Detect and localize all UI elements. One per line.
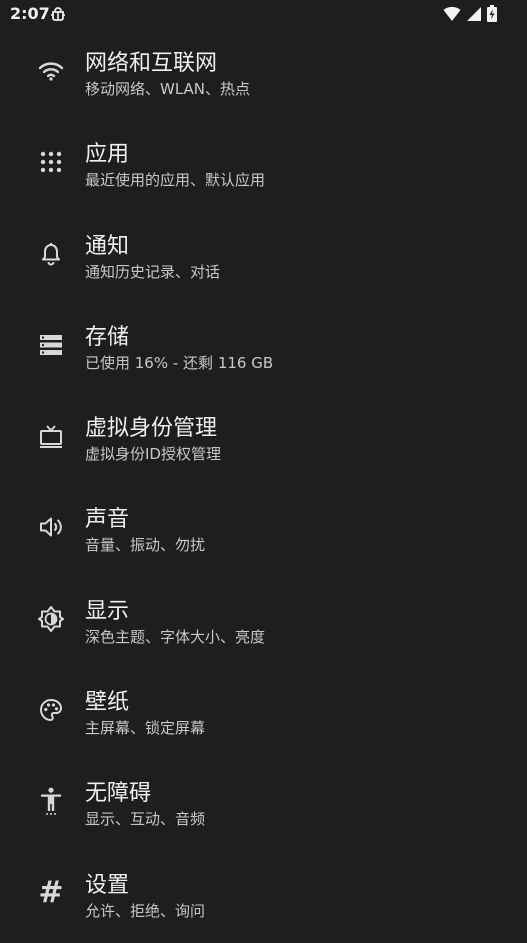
settings-item-subtitle: 虚拟身份ID授权管理 bbox=[85, 445, 221, 464]
accessibility-icon bbox=[38, 787, 64, 816]
status-time: 2:07 bbox=[10, 4, 50, 23]
settings-item-wallpaper[interactable]: 壁纸 主屏幕、锁定屏幕 bbox=[0, 669, 527, 760]
settings-item-sound[interactable]: 声音 音量、振动、勿扰 bbox=[0, 486, 527, 577]
settings-item-subtitle: 移动网络、WLAN、热点 bbox=[85, 80, 251, 98]
settings-item-text: 声音 音量、振动、勿扰 bbox=[85, 506, 205, 555]
settings-item-subtitle: 通知历史记录、对话 bbox=[85, 262, 221, 281]
settings-item-text: 存储 已使用 16% - 还剩 116 GB bbox=[85, 324, 273, 373]
bug-icon bbox=[50, 6, 66, 22]
settings-item-title: 虚拟身份管理 bbox=[85, 416, 218, 442]
settings-item-text: 虚拟身份管理 虚拟身份ID授权管理 bbox=[85, 415, 221, 464]
settings-item-subtitle: 音量、振动、勿扰 bbox=[85, 536, 206, 555]
settings-item-text: 通知 通知历史记录、对话 bbox=[85, 233, 220, 282]
settings-item-permissions[interactable]: # 设置 允许、拒绝、询问 bbox=[0, 852, 527, 943]
settings-item-subtitle: 允许、拒绝、询问 bbox=[85, 901, 206, 920]
volume-icon bbox=[38, 514, 64, 540]
settings-item-text: 壁纸 主屏幕、锁定屏幕 bbox=[85, 689, 205, 738]
settings-item-subtitle: 主屏幕、锁定屏幕 bbox=[85, 719, 206, 738]
settings-item-title: 无障碍 bbox=[85, 781, 152, 807]
settings-item-subtitle: 已使用 16% - 还剩 116 GB bbox=[85, 353, 274, 372]
settings-item-title: 网络和互联网 bbox=[85, 51, 218, 76]
settings-list: 网络和互联网 移动网络、WLAN、热点 应用 最近使用的应用、默认应用 通知 通… bbox=[0, 30, 527, 943]
status-icons bbox=[443, 5, 497, 26]
bell-icon bbox=[38, 241, 64, 267]
settings-item-subtitle: 显示、互动、音频 bbox=[85, 810, 206, 829]
palette-icon bbox=[38, 697, 64, 723]
status-bar: 2:07 bbox=[0, 0, 527, 30]
settings-item-display[interactable]: 显示 深色主题、字体大小、亮度 bbox=[0, 578, 527, 669]
settings-item-title: 设置 bbox=[85, 872, 130, 898]
settings-item-title: 存储 bbox=[85, 324, 130, 350]
settings-item-title: 通知 bbox=[85, 233, 130, 259]
settings-item-text: 无障碍 显示、互动、音频 bbox=[85, 780, 205, 829]
settings-item-text: 网络和互联网 移动网络、WLAN、热点 bbox=[85, 50, 250, 99]
settings-item-text: 显示 深色主题、字体大小、亮度 bbox=[85, 598, 265, 647]
settings-item-accessibility[interactable]: 无障碍 显示、互动、音频 bbox=[0, 760, 527, 851]
settings-item-text: 设置 允许、拒绝、询问 bbox=[85, 872, 205, 921]
settings-item-apps[interactable]: 应用 最近使用的应用、默认应用 bbox=[0, 121, 527, 212]
settings-item-title: 显示 bbox=[85, 598, 130, 624]
storage-icon bbox=[38, 332, 64, 358]
settings-item-virtual-identity[interactable]: 虚拟身份管理 虚拟身份ID授权管理 bbox=[0, 395, 527, 486]
settings-item-title: 应用 bbox=[85, 142, 130, 168]
brightness-icon bbox=[38, 605, 64, 632]
hash-icon: # bbox=[38, 874, 64, 910]
settings-item-network[interactable]: 网络和互联网 移动网络、WLAN、热点 bbox=[0, 30, 527, 121]
settings-item-title: 壁纸 bbox=[85, 690, 130, 716]
wifi-icon bbox=[443, 6, 461, 26]
settings-item-notifications[interactable]: 通知 通知历史记录、对话 bbox=[0, 213, 527, 304]
settings-item-storage[interactable]: 存储 已使用 16% - 还剩 116 GB bbox=[0, 304, 527, 395]
signal-icon bbox=[467, 6, 481, 25]
settings-item-text: 应用 最近使用的应用、默认应用 bbox=[85, 141, 265, 190]
settings-item-subtitle: 最近使用的应用、默认应用 bbox=[85, 171, 266, 190]
settings-item-title: 声音 bbox=[85, 507, 130, 533]
tv-icon bbox=[38, 423, 64, 449]
apps-grid-icon bbox=[38, 149, 64, 175]
settings-item-subtitle: 深色主题、字体大小、亮度 bbox=[85, 627, 266, 646]
wifi-icon bbox=[38, 58, 64, 84]
battery-charging-icon bbox=[487, 5, 497, 26]
